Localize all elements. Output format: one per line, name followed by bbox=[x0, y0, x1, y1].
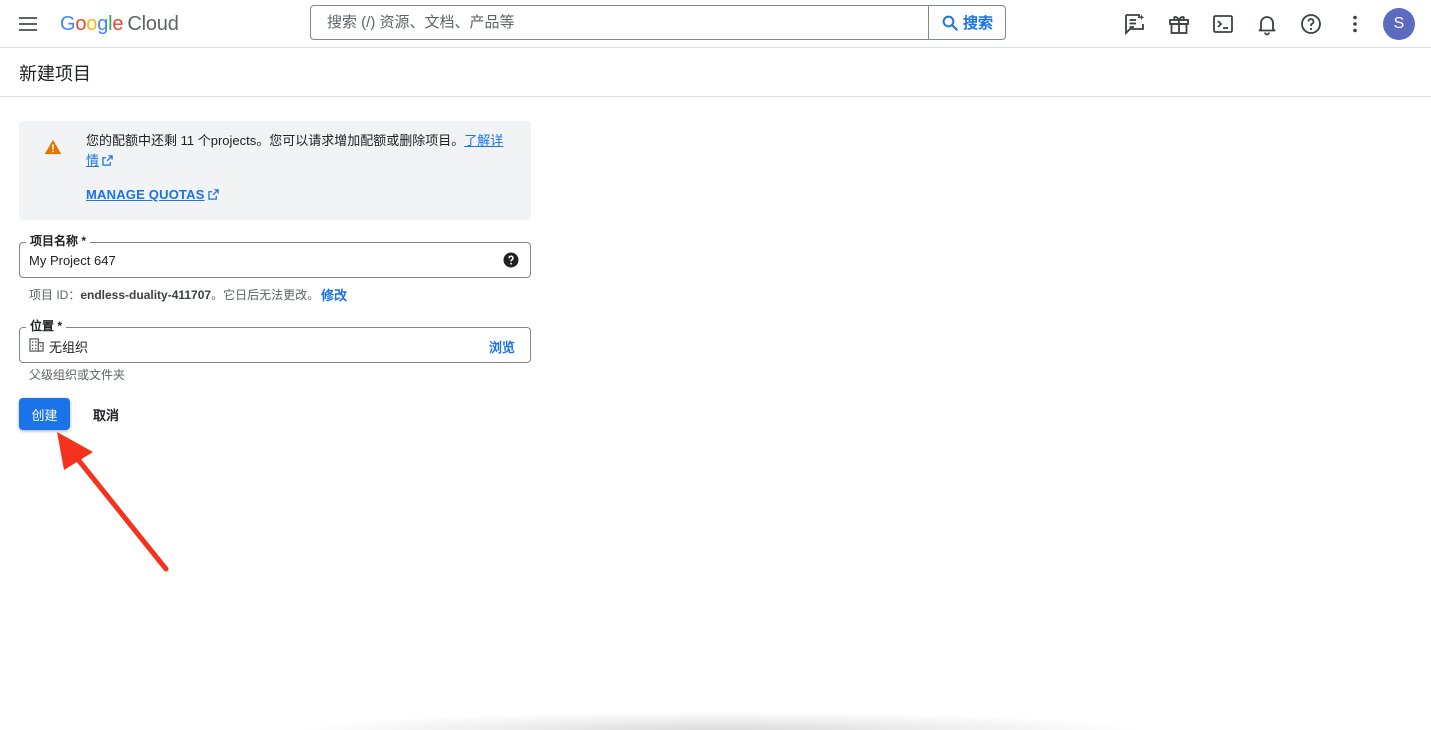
project-id-value: endless-duality-411707 bbox=[80, 288, 212, 302]
bottom-shadow bbox=[290, 712, 1150, 730]
more-vert-icon[interactable] bbox=[1339, 8, 1371, 40]
top-icons: S bbox=[1107, 8, 1415, 40]
top-bar: GoogleCloud 搜索 S bbox=[0, 0, 1431, 48]
building-icon bbox=[29, 338, 44, 352]
quota-message: 您的配额中还剩 11 个projects。您可以请求增加配额或删除项目。了解详情 bbox=[86, 131, 516, 171]
search-input[interactable] bbox=[311, 6, 929, 39]
google-cloud-logo[interactable]: Google Cloud bbox=[60, 10, 179, 38]
help-icon[interactable] bbox=[1295, 8, 1327, 40]
logo-cloud-text: Cloud bbox=[127, 13, 179, 35]
location-value: 无组织 bbox=[49, 340, 89, 355]
location-hint: 父级组织或文件夹 bbox=[29, 368, 126, 382]
quota-text: 您的配额中还剩 11 个projects。您可以请求增加配额或删除项目。 bbox=[86, 133, 465, 148]
external-link-icon bbox=[102, 155, 113, 166]
search-button[interactable]: 搜索 bbox=[928, 6, 1005, 39]
page-title: 新建项目 bbox=[19, 64, 91, 84]
cancel-button[interactable]: 取消 bbox=[84, 398, 128, 430]
location-field: 位置 * 无组织 浏览 bbox=[19, 317, 531, 363]
project-id-hint: 项目 ID：endless-duality-411707。它日后无法更改。 bbox=[29, 288, 320, 302]
cloud-shell-icon[interactable] bbox=[1207, 8, 1239, 40]
external-link-icon bbox=[207, 189, 219, 200]
avatar[interactable]: S bbox=[1383, 8, 1415, 40]
browse-button[interactable]: 浏览 bbox=[489, 337, 515, 356]
search-button-label: 搜索 bbox=[962, 15, 993, 32]
title-bar: 新建项目 bbox=[0, 48, 1431, 97]
warning-icon bbox=[44, 139, 62, 155]
location-label: 位置 * bbox=[26, 317, 67, 334]
edit-project-id-link[interactable]: 修改 bbox=[321, 285, 347, 304]
create-button[interactable]: 创建 bbox=[19, 398, 70, 430]
quota-notice: 您的配额中还剩 11 个projects。您可以请求增加配额或删除项目。了解详情… bbox=[19, 121, 531, 220]
feedback-icon[interactable] bbox=[1119, 8, 1151, 40]
help-circle-icon[interactable] bbox=[503, 252, 519, 268]
menu-icon[interactable] bbox=[17, 13, 41, 35]
logo-google-text: Google bbox=[60, 13, 124, 35]
annotation-arrow bbox=[57, 432, 169, 572]
search-icon bbox=[942, 15, 958, 31]
project-name-field: 项目名称 * bbox=[19, 232, 531, 278]
project-name-input[interactable] bbox=[29, 243, 489, 277]
gift-icon[interactable] bbox=[1163, 8, 1195, 40]
notifications-icon[interactable] bbox=[1251, 8, 1283, 40]
manage-quotas-link[interactable]: MANAGE QUOTAS bbox=[86, 187, 219, 202]
search-bar: 搜索 bbox=[310, 5, 1006, 40]
